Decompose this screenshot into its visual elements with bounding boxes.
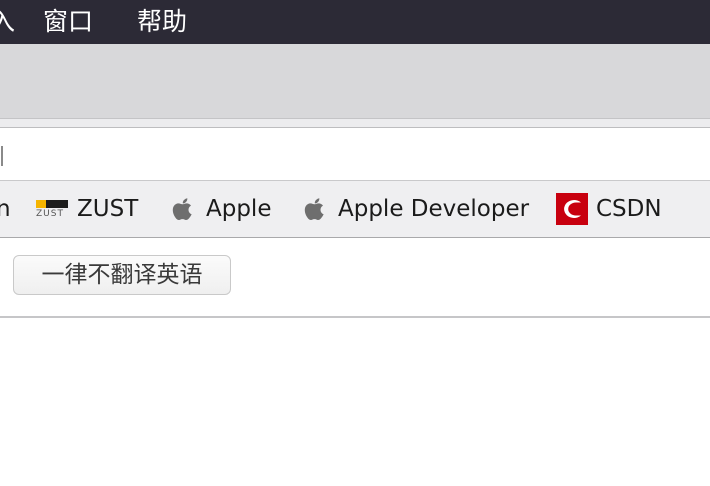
- never-translate-button[interactable]: 一律不翻译英语: [13, 255, 231, 295]
- bookmark-label: CSDN: [596, 196, 662, 222]
- bookmark-label: Apple Developer: [338, 196, 530, 222]
- bookmark-partial[interactable]: n: [0, 181, 11, 237]
- bookmark-label: ZUST: [77, 196, 139, 222]
- bookmark-zust[interactable]: ZUST ZUST: [35, 181, 138, 237]
- browser-toolbar: [0, 44, 710, 119]
- bookmark-apple-developer[interactable]: Apple Developer: [304, 181, 529, 237]
- zust-logo-icon: ZUST: [35, 197, 69, 221]
- menu-bar: 入 窗口 帮助: [0, 0, 710, 44]
- menu-item-help[interactable]: 帮助: [137, 6, 187, 38]
- bookmarks-bar: n ZUST ZUST Apple Apple Developer CSDN: [0, 181, 710, 238]
- bookmark-apple[interactable]: Apple: [172, 181, 271, 237]
- text-caret: [1, 146, 3, 166]
- translate-bar: 一律不翻译英语: [0, 238, 710, 318]
- zust-logo-text: ZUST: [36, 209, 64, 219]
- toolbar-divider: [0, 119, 710, 128]
- menu-item-window[interactable]: 窗口: [43, 6, 93, 38]
- bookmark-label: Apple: [206, 196, 272, 222]
- address-field[interactable]: [0, 128, 710, 181]
- apple-icon: [304, 198, 324, 220]
- apple-icon: [172, 198, 192, 220]
- bookmark-label: n: [0, 196, 11, 222]
- csdn-logo-icon: [556, 193, 588, 225]
- bookmark-csdn[interactable]: CSDN: [556, 181, 662, 237]
- menu-item-partial[interactable]: 入: [0, 6, 15, 38]
